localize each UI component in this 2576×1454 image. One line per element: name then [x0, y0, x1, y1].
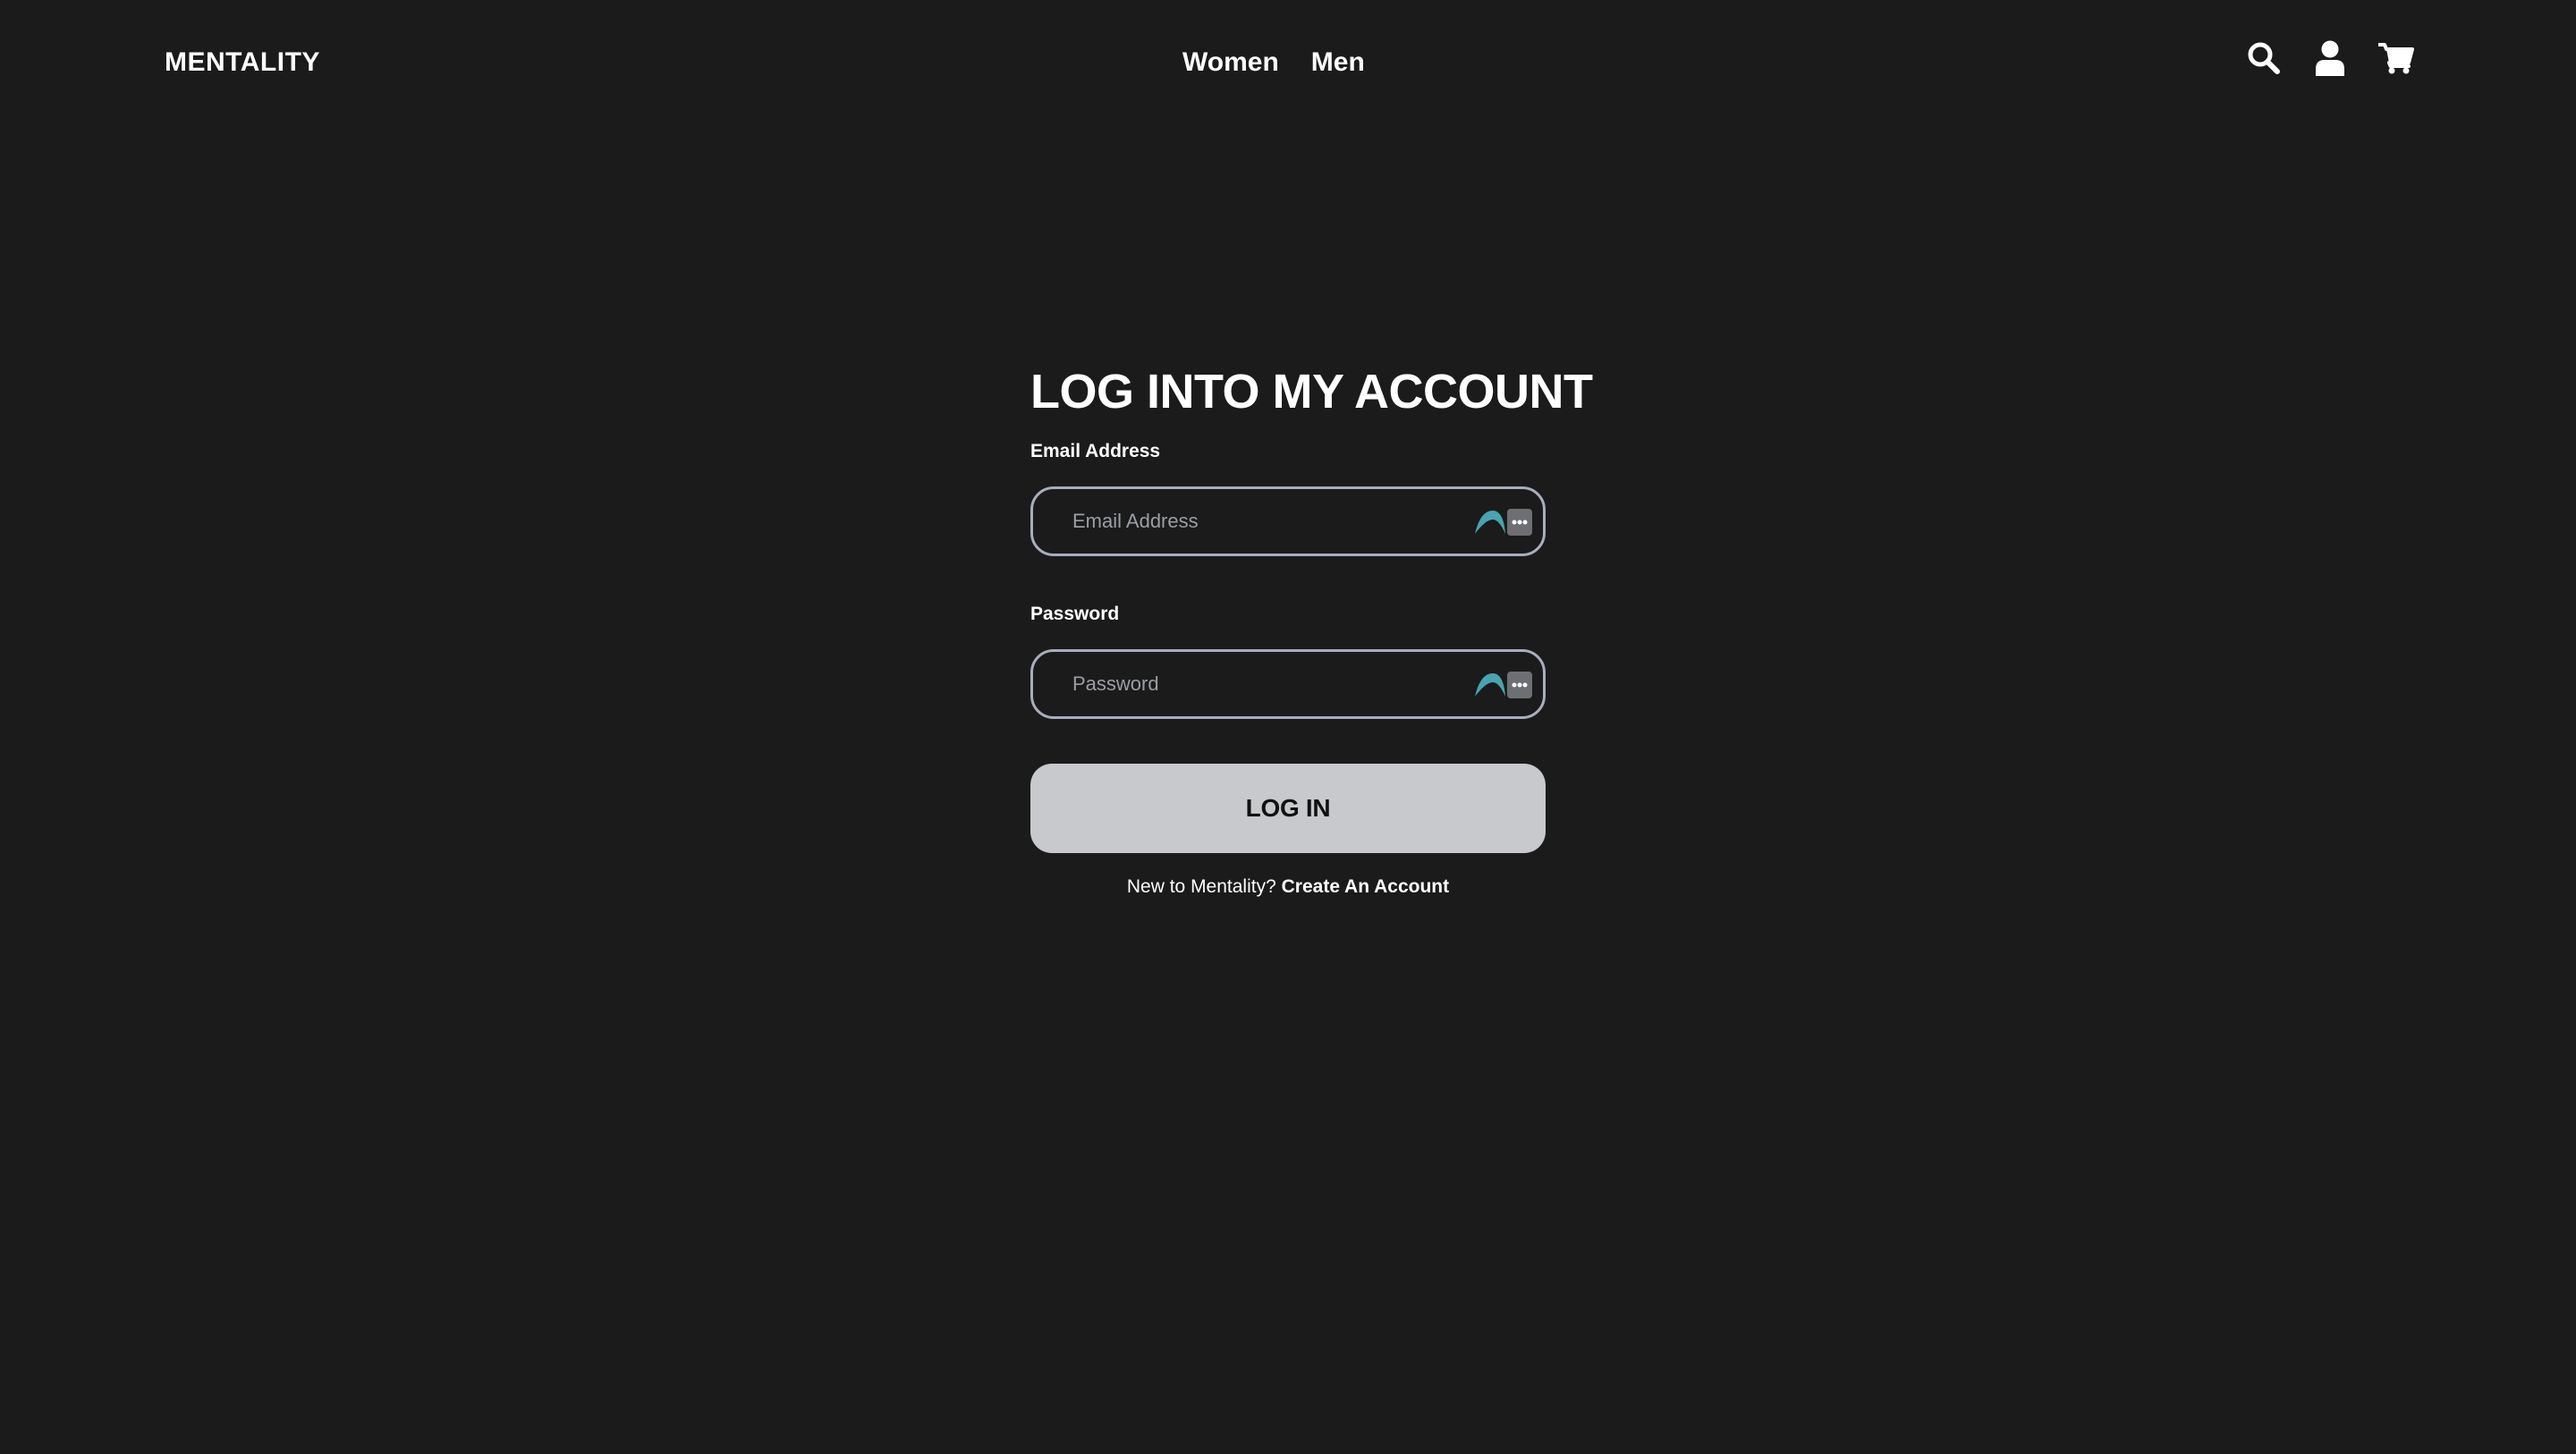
site-logo[interactable]: MENTALITY: [161, 46, 324, 79]
password-manager-icon[interactable]: [1475, 670, 1532, 700]
nav-link-men[interactable]: Men: [1311, 45, 1365, 80]
search-button[interactable]: [2245, 39, 2283, 77]
create-account-link[interactable]: Create An Account: [1282, 876, 1449, 897]
login-button[interactable]: LOG IN: [1030, 764, 1546, 853]
header-actions: [2245, 39, 2415, 77]
user-icon: [2316, 40, 2344, 76]
password-label: Password: [1030, 604, 1120, 624]
email-field[interactable]: [1033, 489, 1543, 554]
password-manager-icon[interactable]: [1475, 507, 1532, 537]
signup-prompt-text: New to Mentality?: [1126, 876, 1276, 897]
signup-prompt: New to Mentality? Create An Account: [1030, 875, 1546, 900]
nav-link-women[interactable]: Women: [1182, 45, 1279, 80]
account-button[interactable]: [2311, 39, 2349, 77]
site-header: MENTALITY Women Men: [0, 0, 2576, 127]
login-form: LOG INTO MY ACCOUNT Email Address Passwo…: [1030, 361, 1593, 900]
page-title: LOG INTO MY ACCOUNT: [1030, 365, 1593, 418]
cart-button[interactable]: [2377, 39, 2415, 77]
email-label: Email Address: [1030, 441, 1161, 461]
password-field-wrapper: [1030, 649, 1546, 719]
cart-icon: [2378, 43, 2414, 74]
search-icon: [2248, 42, 2280, 74]
password-field[interactable]: [1033, 652, 1543, 716]
email-field-wrapper: [1030, 486, 1546, 556]
main-nav: Women Men: [1182, 45, 1365, 80]
